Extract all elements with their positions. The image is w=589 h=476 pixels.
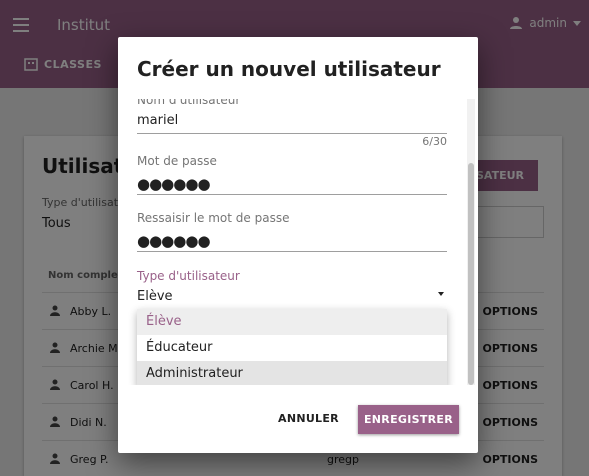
dialog-body: Nom d'utilisateur mariel 6/30 Mot de pas… [118, 99, 478, 385]
user-type-label: Type d'utilisateur [137, 269, 240, 283]
username-label: Nom d'utilisateur [137, 99, 241, 107]
password-input[interactable]: ●●●●●● [137, 174, 447, 194]
user-type-value[interactable]: Elève [137, 289, 447, 309]
dropdown-arrow-icon[interactable] [438, 292, 444, 296]
username-input[interactable]: mariel [137, 113, 447, 133]
password-confirm-field[interactable]: Ressaisir le mot de passe ●●●●●● [137, 211, 447, 252]
option-eleve[interactable]: Élève [137, 309, 447, 335]
user-type-select[interactable]: Type d'utilisateur Elève [137, 269, 447, 311]
password-confirm-label: Ressaisir le mot de passe [137, 211, 290, 225]
password-confirm-input[interactable]: ●●●●●● [137, 231, 447, 251]
save-button[interactable]: ENREGISTRER [358, 405, 459, 434]
user-type-dropdown-menu: Élève Éducateur Administrateur [137, 309, 447, 385]
scrollbar-thumb[interactable] [468, 163, 474, 385]
create-user-dialog: Créer un nouvel utilisateur Nom d'utilis… [118, 37, 478, 453]
username-field[interactable]: Nom d'utilisateur mariel 6/30 [137, 99, 447, 148]
option-educateur[interactable]: Éducateur [137, 335, 447, 361]
cancel-button[interactable]: ANNULER [270, 405, 347, 432]
dialog-title: Créer un nouvel utilisateur [137, 57, 441, 81]
character-counter: 6/30 [422, 135, 447, 148]
option-administrateur[interactable]: Administrateur [137, 361, 447, 385]
dialog-scrollbar[interactable] [467, 99, 475, 385]
password-field[interactable]: Mot de passe ●●●●●● [137, 154, 447, 195]
password-label: Mot de passe [137, 154, 217, 168]
